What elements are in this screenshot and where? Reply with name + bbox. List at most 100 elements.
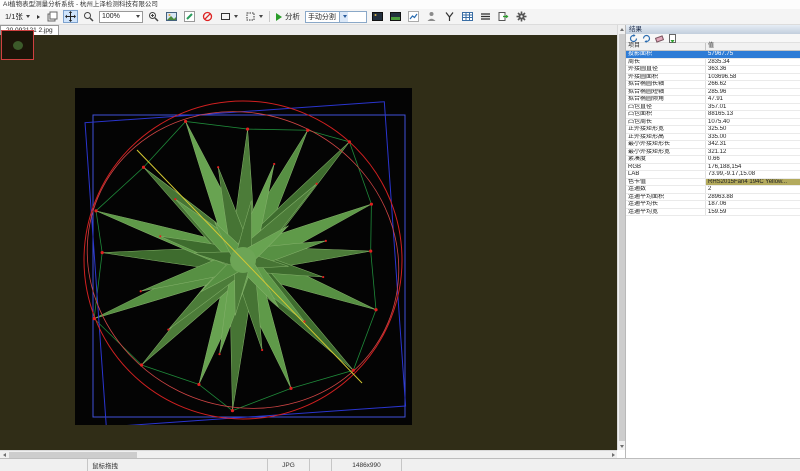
rect-select-tool[interactable] xyxy=(218,10,240,23)
result-row[interactable]: 凸包直径357.01 xyxy=(626,104,800,112)
settings-button[interactable] xyxy=(514,10,529,23)
result-label: 周长 xyxy=(626,59,706,66)
result-row[interactable]: 最小外接矩形宽321.12 xyxy=(626,149,800,157)
source-image-button[interactable] xyxy=(370,10,385,23)
result-row[interactable]: 紧凑度0.66 xyxy=(626,156,800,164)
results-panel-toolbar xyxy=(626,34,800,43)
combo-dropdown-button[interactable] xyxy=(339,12,348,22)
person-icon xyxy=(426,11,437,22)
result-value: 176,188,154 xyxy=(706,164,800,171)
plant-overlay-svg xyxy=(75,88,412,425)
status-cell-empty xyxy=(402,459,800,471)
result-label: 凸包直径 xyxy=(626,104,706,111)
result-row[interactable]: 拟合椭圆长轴266.62 xyxy=(626,81,800,89)
eraser-icon[interactable] xyxy=(655,34,664,43)
result-row[interactable]: 拟合椭圆短轴285.96 xyxy=(626,89,800,97)
zoom-level-combo[interactable]: 100% xyxy=(99,11,143,23)
result-row[interactable]: 外接圆面积103696.58 xyxy=(626,74,800,82)
result-row[interactable]: 连通数2 xyxy=(626,186,800,194)
result-label: 最小外接矩形长 xyxy=(626,141,706,148)
status-cell-empty xyxy=(310,459,332,471)
result-value: 57967.75 xyxy=(706,51,800,58)
result-label: 拟合椭圆长轴 xyxy=(626,81,706,88)
result-row[interactable]: 色卡值RHS2015Fan4 194C Yellow... xyxy=(626,179,800,187)
image-thumbnail[interactable] xyxy=(1,30,34,60)
chart-icon xyxy=(408,11,419,22)
chart-button[interactable] xyxy=(406,10,421,23)
edit-tool-button[interactable] xyxy=(182,10,197,23)
results-table-header: 项目 值 xyxy=(626,43,800,51)
list-button[interactable] xyxy=(478,10,493,23)
status-image-dimensions: 1486x990 xyxy=(332,459,402,471)
export-report-icon[interactable] xyxy=(668,34,677,43)
column-value: 值 xyxy=(706,43,800,50)
result-row[interactable]: 正外接矩形高335.00 xyxy=(626,134,800,142)
result-row[interactable]: 外接圆直径363.36 xyxy=(626,66,800,74)
mask-image-button[interactable] xyxy=(388,10,403,23)
result-value: 47.91 xyxy=(706,96,800,103)
result-value: 187.06 xyxy=(706,201,800,208)
result-label: 凸包周长 xyxy=(626,119,706,126)
thumbnail-plant-blob xyxy=(13,41,23,50)
copy-icon xyxy=(47,11,58,22)
mask-icon xyxy=(390,11,401,22)
result-row[interactable]: 周长2835.34 xyxy=(626,59,800,67)
segmentation-method-combo[interactable]: 手动分割 xyxy=(305,11,367,23)
next-arrow-icon xyxy=(37,15,40,19)
result-row[interactable]: 正外接矩形宽325.50 xyxy=(626,126,800,134)
result-label: 连通平均面积 xyxy=(626,194,706,201)
vertical-scrollbar[interactable] xyxy=(617,25,625,450)
result-label: RGB xyxy=(626,164,706,171)
next-image-button[interactable] xyxy=(35,10,42,23)
result-label: 正外接矩形宽 xyxy=(626,126,706,133)
result-row[interactable]: 凸包周长1075.40 xyxy=(626,119,800,127)
chevron-down-icon xyxy=(343,15,347,18)
result-row[interactable]: 最小外接矩形长342.31 xyxy=(626,141,800,149)
table-grid-icon xyxy=(462,11,473,22)
main-toolbar: 1/1张 100% xyxy=(0,9,800,25)
app-window: AI植物表型测量分析系统 - 杭州上泽检测科技有限公司 1/1张 100% xyxy=(0,0,800,471)
marker-button[interactable] xyxy=(424,10,439,23)
result-value: 342.31 xyxy=(706,141,800,148)
result-row[interactable]: 拟合椭圆倾角47.91 xyxy=(626,96,800,104)
zoom-level-value: 100% xyxy=(102,13,120,20)
result-row[interactable]: 投影面积57967.75 xyxy=(626,51,800,59)
zoom-out-button[interactable] xyxy=(81,10,96,23)
horizontal-scrollbar[interactable] xyxy=(0,450,617,458)
plant-leaves xyxy=(90,117,381,412)
pan-tool-button[interactable] xyxy=(63,10,78,23)
analyze-button[interactable]: 分析 xyxy=(274,10,302,23)
analyzed-image[interactable] xyxy=(75,88,412,425)
result-label: 连通平均长 xyxy=(626,201,706,208)
shape-select-tool[interactable] xyxy=(243,10,265,23)
status-hint: 鼠标拖拽 xyxy=(88,459,268,471)
result-row[interactable]: RGB176,188,154 xyxy=(626,164,800,172)
chevron-down-icon xyxy=(234,15,238,18)
column-item: 项目 xyxy=(626,43,706,50)
fit-view-button[interactable] xyxy=(164,10,179,23)
exclude-tool-button[interactable] xyxy=(200,10,215,23)
undo-icon[interactable] xyxy=(642,34,651,43)
refresh-icon[interactable] xyxy=(629,34,638,43)
toolbar-separator xyxy=(269,11,270,22)
result-value: 2835.34 xyxy=(706,59,800,66)
down-arrow-icon xyxy=(620,445,624,448)
up-arrow-icon xyxy=(620,28,624,31)
results-panel-title: 结果 xyxy=(626,25,800,34)
export-button[interactable] xyxy=(496,10,511,23)
image-canvas[interactable] xyxy=(0,35,617,450)
zoom-in-button[interactable] xyxy=(146,10,161,23)
result-row[interactable]: 连通平均长187.06 xyxy=(626,201,800,209)
skeleton-button[interactable] xyxy=(442,10,457,23)
result-label: 凸包面积 xyxy=(626,111,706,118)
result-row[interactable]: LAB73.99,-9.17,15.08 xyxy=(626,171,800,179)
table-button[interactable] xyxy=(460,10,475,23)
image-dark-icon xyxy=(372,11,383,22)
result-row[interactable]: 连通平均宽159.59 xyxy=(626,209,800,217)
page-indicator[interactable]: 1/1张 xyxy=(3,10,32,23)
right-arrow-icon xyxy=(612,453,615,457)
result-label: 色卡值 xyxy=(626,179,706,186)
result-row[interactable]: 凸包面积88165.13 xyxy=(626,111,800,119)
copy-image-button[interactable] xyxy=(45,10,60,23)
result-row[interactable]: 连通平均面积28963.88 xyxy=(626,194,800,202)
